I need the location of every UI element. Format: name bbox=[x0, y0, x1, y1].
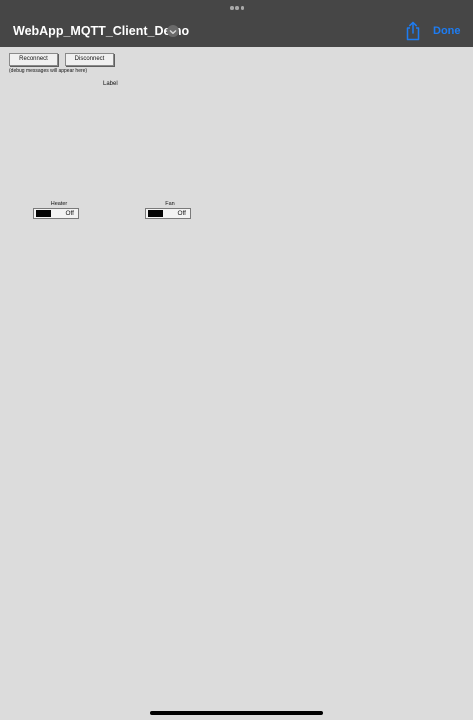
share-icon[interactable] bbox=[405, 21, 421, 41]
reconnect-button[interactable]: Reconnect bbox=[9, 53, 58, 66]
more-dots-icon[interactable] bbox=[230, 6, 244, 10]
web-content: Reconnect Disconnect (debug messages wil… bbox=[0, 47, 473, 720]
toggle-knob bbox=[36, 210, 51, 217]
label-text: Label bbox=[103, 81, 118, 87]
heater-toggle[interactable]: Off bbox=[33, 208, 79, 219]
debug-message-text: (debug messages will appear here) bbox=[9, 68, 88, 74]
home-indicator bbox=[150, 711, 323, 715]
heater-state-text: Off bbox=[65, 210, 74, 217]
app-title[interactable]: WebApp_MQTT_Client_Demo bbox=[13, 22, 189, 40]
fan-state-text: Off bbox=[177, 210, 186, 217]
heater-label: Heater bbox=[50, 201, 68, 207]
title-bar: WebApp_MQTT_Client_Demo Done bbox=[0, 0, 473, 47]
disconnect-button[interactable]: Disconnect bbox=[65, 53, 114, 66]
fan-toggle[interactable]: Off bbox=[145, 208, 191, 219]
fan-label: Fan bbox=[165, 201, 175, 207]
toggle-knob bbox=[148, 210, 163, 217]
done-button[interactable]: Done bbox=[433, 23, 461, 39]
chevron-down-icon[interactable] bbox=[167, 25, 179, 37]
